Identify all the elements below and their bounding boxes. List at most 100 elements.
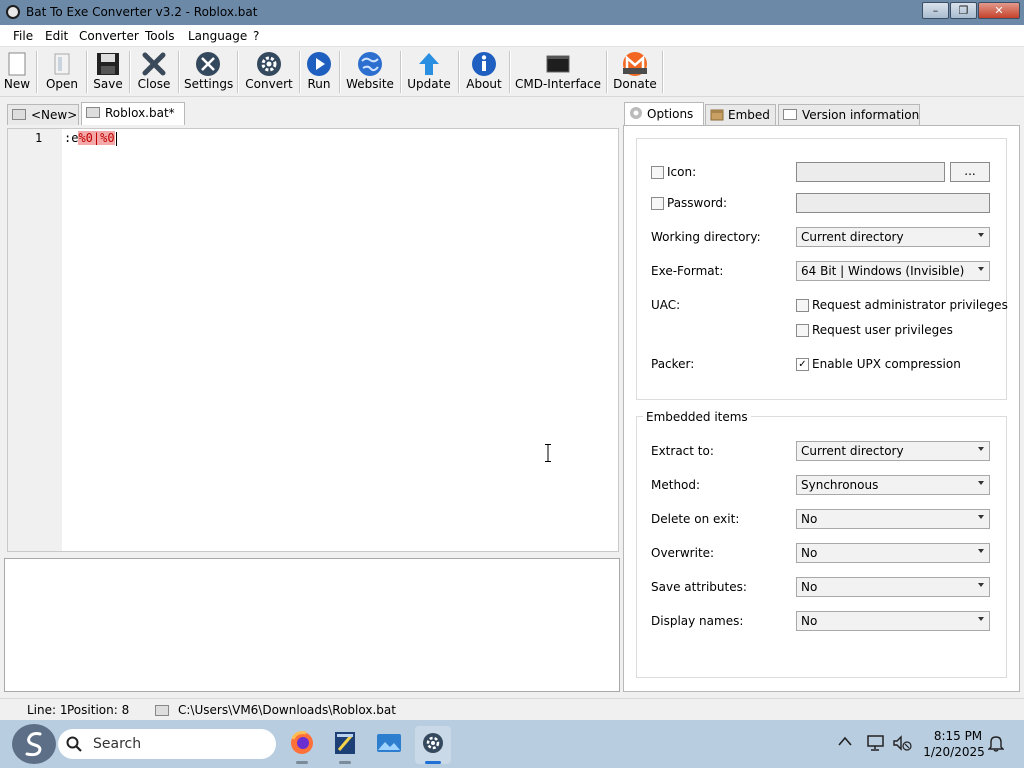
dropdown-arrow-icon <box>978 267 984 271</box>
package-icon <box>710 109 724 121</box>
toolbar-separator <box>129 51 131 93</box>
toolbar-donate-button[interactable]: Donate <box>612 47 658 97</box>
save-attributes-label: Save attributes: <box>651 580 747 594</box>
toolbar-about-button[interactable]: About <box>464 47 504 97</box>
gear-icon <box>630 107 642 119</box>
code-editor[interactable]: 1 :e%0|%0 <box>7 128 619 552</box>
os-logo-icon <box>25 732 42 757</box>
network-icon[interactable] <box>866 734 886 752</box>
taskbar-indicator <box>425 761 441 764</box>
menu-help[interactable]: ? <box>253 29 259 43</box>
embedded-items-group: Embedded items Extract to: Current direc… <box>636 410 1007 678</box>
uac-user-label: Request user privileges <box>812 323 953 337</box>
password-label: Password: <box>667 196 728 210</box>
extract-to-dropdown[interactable]: Current directory <box>796 441 990 461</box>
taskbar-firefox[interactable] <box>284 726 320 764</box>
close-window-button[interactable]: ✕ <box>978 2 1020 19</box>
tab-options[interactable]: Options <box>624 102 704 125</box>
new-file-icon <box>8 52 26 76</box>
taskbar-photos[interactable] <box>371 726 407 764</box>
uac-user-checkbox[interactable] <box>796 324 809 337</box>
toolbar-close-button[interactable]: Close <box>134 47 174 97</box>
chevron-up-icon[interactable] <box>838 736 852 746</box>
uac-admin-checkbox[interactable] <box>796 299 809 312</box>
delete-on-exit-dropdown[interactable]: No <box>796 509 990 529</box>
app-icon <box>6 5 20 19</box>
menu-file[interactable]: File <box>13 29 33 43</box>
document-icon <box>155 705 169 716</box>
save-attributes-dropdown[interactable]: No <box>796 577 990 597</box>
menu-language[interactable]: Language <box>188 29 247 43</box>
toolbar-settings-button[interactable]: Settings <box>184 47 233 97</box>
close-x-icon <box>142 52 166 76</box>
exe-format-dropdown[interactable]: 64 Bit | Windows (Invisible) <box>796 261 990 281</box>
packer-label: Packer: <box>651 357 695 371</box>
code-text: :e <box>64 131 79 145</box>
dropdown-arrow-icon <box>978 481 984 485</box>
taskbar-search[interactable]: Search <box>58 729 276 759</box>
toolbar-save-button[interactable]: Save <box>92 47 124 97</box>
menu-tools[interactable]: Tools <box>145 29 175 43</box>
tab-new[interactable]: <New> <box>7 104 79 125</box>
toolbar-convert-button[interactable]: Convert <box>244 47 294 97</box>
toolbar-run-button[interactable]: Run <box>304 47 334 97</box>
output-pane[interactable] <box>4 558 620 692</box>
display-names-dropdown[interactable]: No <box>796 611 990 631</box>
display-names-label: Display names: <box>651 614 744 628</box>
clock-time[interactable]: 8:15 PM <box>930 729 986 743</box>
settings-icon <box>196 52 220 76</box>
dropdown-arrow-icon <box>978 447 984 451</box>
maximize-button[interactable]: ❐ <box>950 2 977 19</box>
line-number-gutter: 1 <box>8 129 62 551</box>
working-directory-label: Working directory: <box>651 230 761 244</box>
delete-on-exit-label: Delete on exit: <box>651 512 740 526</box>
menu-edit[interactable]: Edit <box>45 29 68 43</box>
bell-icon[interactable] <box>988 734 1004 752</box>
status-bar: Line: 1 Position: 8 C:\Users\VM6\Downloa… <box>0 698 1024 720</box>
taskbar-notepadpp[interactable] <box>327 726 363 764</box>
clock-date[interactable]: 1/20/2025 <box>922 745 986 759</box>
toolbar-separator <box>458 51 460 93</box>
toolbar-separator <box>36 51 38 93</box>
uac-admin-label: Request administrator privileges <box>812 298 1008 312</box>
status-line: Line: 1 <box>27 703 68 717</box>
text-caret <box>116 132 117 146</box>
browse-icon-button[interactable]: ... <box>950 162 990 182</box>
icon-checkbox[interactable] <box>651 166 664 179</box>
tab-embed[interactable]: Embed <box>705 104 776 125</box>
info-icon <box>472 52 496 76</box>
tab-version-information[interactable]: Version information <box>778 104 920 125</box>
search-icon <box>66 736 82 752</box>
toolbar-website-button[interactable]: Website <box>345 47 395 97</box>
icon-path-field[interactable] <box>796 162 945 182</box>
toolbar-separator <box>178 51 180 93</box>
uac-label: UAC: <box>651 298 681 312</box>
overwrite-dropdown[interactable]: No <box>796 543 990 563</box>
taskbar-indicator <box>296 761 308 764</box>
taskbar-bat-to-exe[interactable] <box>415 726 451 764</box>
minimize-button[interactable]: – <box>922 2 949 19</box>
toolbar-separator <box>509 51 511 93</box>
method-dropdown[interactable]: Synchronous <box>796 475 990 495</box>
menu-converter[interactable]: Converter <box>79 29 139 43</box>
toolbar-open-button[interactable]: Open <box>44 47 80 97</box>
toolbar-update-button[interactable]: Update <box>406 47 452 97</box>
extract-to-label: Extract to: <box>651 444 714 458</box>
upx-checkbox[interactable]: ✓ <box>796 358 809 371</box>
toolbar-separator <box>606 51 608 93</box>
password-checkbox[interactable] <box>651 197 664 210</box>
exe-format-label: Exe-Format: <box>651 264 724 278</box>
toolbar-cmd-interface-button[interactable]: CMD-Interface <box>515 47 601 97</box>
icon-label: Icon: <box>667 165 697 179</box>
toolbar-separator <box>662 51 664 93</box>
password-field[interactable] <box>796 193 990 213</box>
upx-label: Enable UPX compression <box>812 357 961 371</box>
floppy-icon <box>97 53 119 75</box>
toolbar-new-button[interactable]: New <box>2 47 32 97</box>
toolbar: New Open Save Close Settings Convert Run… <box>0 47 1024 97</box>
start-button[interactable] <box>12 724 56 764</box>
tab-roblox-bat[interactable]: Roblox.bat* <box>81 102 185 125</box>
working-directory-dropdown[interactable]: Current directory <box>796 227 990 247</box>
volume-muted-icon[interactable] <box>892 734 912 752</box>
embedded-items-title: Embedded items <box>643 410 751 424</box>
